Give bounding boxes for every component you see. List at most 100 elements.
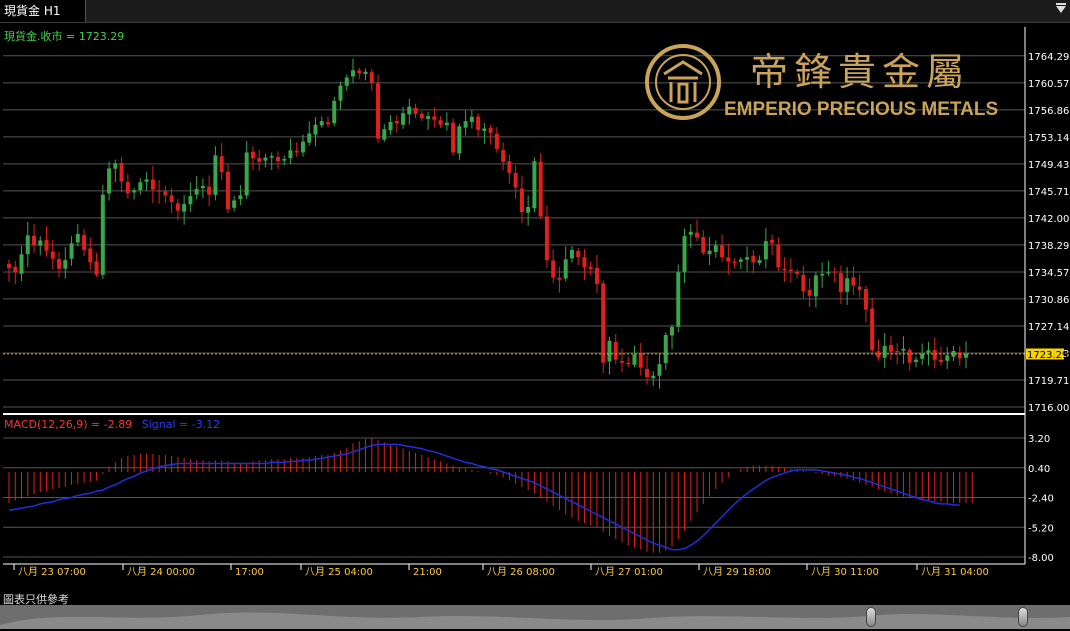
candle [676, 264, 681, 333]
candle [382, 124, 387, 143]
candle [125, 174, 130, 199]
candle [469, 109, 474, 129]
candle [494, 127, 499, 153]
price-tick-label: 1756.86 [1028, 106, 1069, 117]
scrollbar-preview [0, 612, 1070, 629]
candle [613, 333, 618, 365]
candle [407, 98, 412, 125]
time-axis: 八月 23 07:00 八月 24 00:00 17:00 八月 25 04:00 21… [13, 564, 989, 578]
candle [275, 151, 280, 169]
brand-chinese: 帝鋒貴金屬 [750, 50, 970, 94]
candle [326, 116, 330, 128]
candle [576, 248, 581, 266]
candle [157, 180, 162, 204]
macd-legend: MACD(12,26,9) = -2.89 Signal = -3.12 [4, 418, 220, 431]
candle [619, 348, 624, 373]
candle [720, 234, 725, 262]
candle [870, 298, 875, 353]
price-chart[interactable]: 帝鋒貴金屬 EMPERIO PRECIOUS METALS 現貨金.收市 = 1… [0, 22, 1070, 585]
macd-histogram [8, 438, 973, 553]
time-tick-label: 八月 23 07:00 [18, 566, 86, 578]
candle [13, 260, 18, 285]
price-tick-label: 1730.86 [1028, 295, 1069, 306]
candle [788, 258, 793, 283]
time-tick-label: 八月 29 18:00 [703, 566, 771, 578]
candle [150, 165, 155, 204]
macd-tick-label: -8.00 [1028, 553, 1054, 564]
candle [757, 255, 762, 266]
candle [463, 110, 468, 136]
candle [863, 285, 868, 323]
candle [219, 143, 224, 181]
candle [513, 165, 518, 199]
candle [38, 236, 43, 256]
candle [444, 112, 449, 131]
candle [57, 251, 62, 278]
candle [200, 178, 205, 199]
chart-tab[interactable]: 現貨金 H1 [0, 0, 86, 22]
candle [69, 236, 74, 266]
candle [388, 115, 393, 135]
current-price-marker: 1723.29 [1026, 348, 1068, 361]
tab-bar: 現貨金 H1 [0, 0, 1070, 23]
candle [682, 228, 687, 283]
scroll-handle-right[interactable] [1018, 607, 1028, 627]
price-tick-label: 1727.14 [1028, 322, 1069, 333]
candle [657, 354, 662, 389]
candle [413, 103, 418, 119]
candle [244, 141, 249, 199]
candle [369, 69, 374, 91]
candle [376, 74, 381, 143]
candle [132, 188, 137, 200]
candle [207, 175, 212, 207]
candle [945, 347, 950, 369]
candle [732, 258, 737, 269]
chart-scrollbar[interactable] [0, 605, 1070, 629]
candle [888, 335, 893, 360]
candle [269, 152, 274, 171]
time-tick-label: 八月 30 11:00 [811, 566, 879, 578]
candle [100, 184, 105, 279]
price-header-label: 現貨金.收市 = 1723.29 [4, 29, 124, 43]
candle [751, 249, 756, 274]
candle [763, 228, 768, 269]
candle [19, 245, 24, 282]
candle [695, 219, 700, 241]
candle [563, 246, 568, 282]
candle [557, 266, 562, 293]
candle [263, 153, 268, 168]
candle [363, 68, 368, 81]
candle [538, 153, 543, 220]
macd-label: MACD(12,26,9) = -2.89 [4, 418, 132, 431]
time-tick-label: 八月 26 08:00 [487, 566, 555, 578]
candle [82, 228, 87, 256]
candle [225, 164, 230, 214]
collapse-arrow-icon[interactable] [1056, 3, 1066, 13]
candle [313, 117, 318, 147]
candle [957, 346, 962, 366]
candle [44, 226, 49, 257]
candle [876, 339, 881, 361]
candle [582, 249, 587, 280]
candle [88, 237, 93, 271]
candle [588, 261, 593, 275]
candle [394, 115, 399, 133]
scroll-handle-left[interactable] [866, 607, 876, 627]
candle [507, 154, 512, 184]
candle [544, 205, 549, 268]
candle [138, 178, 143, 195]
price-tick-label: 1764.29 [1028, 52, 1069, 63]
candle [607, 336, 612, 375]
candle [501, 142, 506, 171]
candle [726, 243, 731, 275]
candle [257, 149, 262, 171]
candle [194, 175, 199, 200]
candle [457, 123, 462, 160]
candle [526, 195, 531, 226]
candle [851, 266, 856, 295]
candle [594, 254, 599, 293]
time-tick-label: 八月 31 04:00 [921, 566, 989, 578]
candle [813, 271, 818, 308]
candle [738, 257, 743, 270]
candle [288, 138, 293, 164]
